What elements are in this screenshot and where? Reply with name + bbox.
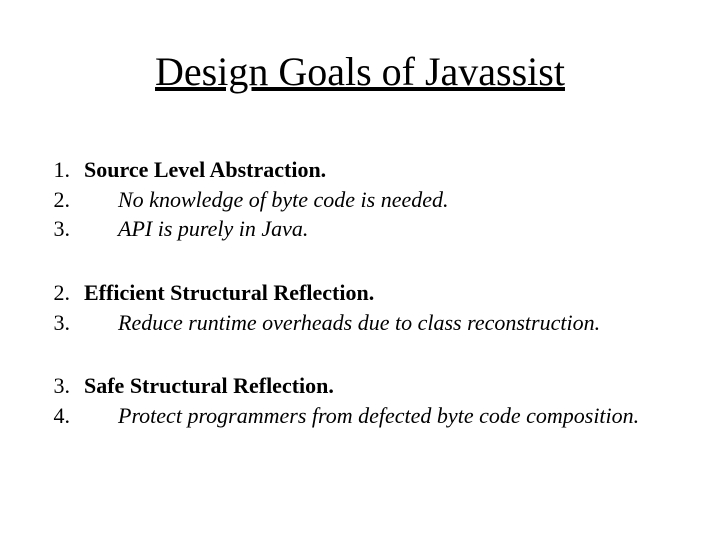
goal-1-sub-1-number: 2. <box>36 185 84 215</box>
goal-1-sub-2-text: API is purely in Java. <box>84 214 308 244</box>
goal-3-sub-1-number: 4. <box>36 401 84 431</box>
goal-2: 2. Efficient Structural Reflection. 3. R… <box>36 278 684 337</box>
goal-1: 1. Source Level Abstraction. 2. No knowl… <box>36 155 684 244</box>
goal-1-sub-2: 3. API is purely in Java. <box>36 214 684 244</box>
goal-3-heading: Safe Structural Reflection. <box>84 371 334 401</box>
goal-1-heading: Source Level Abstraction. <box>84 155 326 185</box>
goal-3-number: 3. <box>36 371 84 401</box>
slide-title: Design Goals of Javassist <box>36 48 684 95</box>
goal-1-sub-2-number: 3. <box>36 214 84 244</box>
goal-2-sub-1-number: 3. <box>36 308 84 338</box>
goal-2-number: 2. <box>36 278 84 308</box>
goal-2-heading: Efficient Structural Reflection. <box>84 278 374 308</box>
goal-1-number: 1. <box>36 155 84 185</box>
goal-3: 3. Safe Structural Reflection. 4. Protec… <box>36 371 684 430</box>
goal-1-sub-1: 2. No knowledge of byte code is needed. <box>36 185 684 215</box>
goal-3-heading-row: 3. Safe Structural Reflection. <box>36 371 684 401</box>
goal-2-sub-1: 3. Reduce runtime overheads due to class… <box>36 308 684 338</box>
goal-3-sub-1-text: Protect programmers from defected byte c… <box>84 401 639 431</box>
goal-2-heading-row: 2. Efficient Structural Reflection. <box>36 278 684 308</box>
slide: Design Goals of Javassist 1. Source Leve… <box>0 0 720 540</box>
goal-1-sub-1-text: No knowledge of byte code is needed. <box>84 185 449 215</box>
goal-1-heading-row: 1. Source Level Abstraction. <box>36 155 684 185</box>
goal-2-sub-1-text: Reduce runtime overheads due to class re… <box>84 308 600 338</box>
goal-3-sub-1: 4. Protect programmers from defected byt… <box>36 401 684 431</box>
